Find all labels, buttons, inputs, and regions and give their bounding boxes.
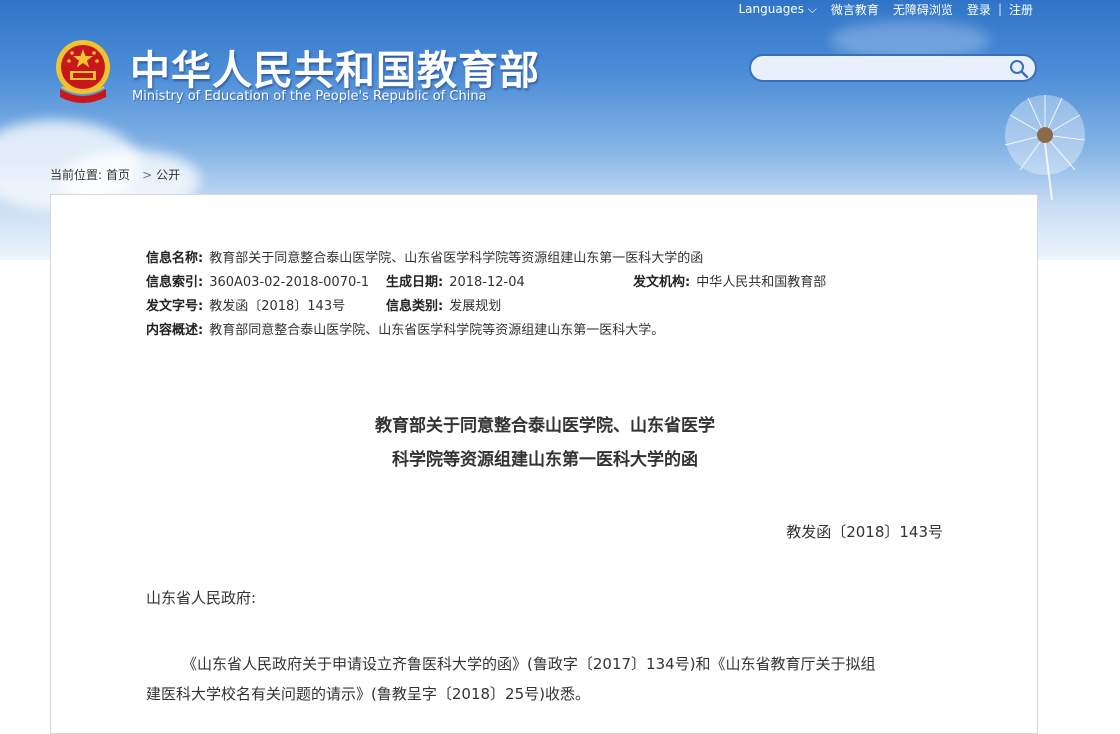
chevron-down-icon: ⌵ [807,1,817,16]
content-panel: 信息名称: 教育部关于同意整合泰山医学院、山东省医学科学院等资源组建山东第一医科大… [50,194,1038,734]
document-title-line: 科学院等资源组建山东第一医科大学的函 [392,450,698,470]
top-links: Languages ⌵ 微言教育 无障碍浏览 登录 | 注册 [731,0,1040,18]
site-subtitle: Ministry of Education of the People's Re… [132,89,487,104]
login-link[interactable]: 登录 [960,1,998,18]
info-row-docno: 发文字号: 教发函〔2018〕143号 [146,295,345,314]
document-title: 教育部关于同意整合泰山医学院、山东省医学 科学院等资源组建山东第一医科大学的函 [51,409,1039,477]
accessible-link[interactable]: 无障碍浏览 [886,1,960,18]
info-date-label: 生成日期: [386,275,444,290]
search-box [749,54,1037,82]
dandelion-icon [1004,95,1086,200]
info-row-category: 信息类别: 发展规划 [386,295,501,314]
register-link[interactable]: 注册 [1002,1,1040,18]
search-input[interactable] [761,59,1005,81]
breadcrumb-home[interactable]: 首页 [106,168,130,182]
breadcrumb-separator: > [142,168,153,182]
weibo-link[interactable]: 微言教育 [824,1,886,18]
document-title-line: 教育部关于同意整合泰山医学院、山东省医学 [375,416,715,436]
info-summary-value: 教育部同意整合泰山医学院、山东省医学科学院等资源组建山东第一医科大学。 [209,323,665,338]
info-row-summary: 内容概述: 教育部同意整合泰山医学院、山东省医学科学院等资源组建山东第一医科大学。 [146,319,664,338]
info-row-name: 信息名称: 教育部关于同意整合泰山医学院、山东省医学科学院等资源组建山东第一医科大… [146,247,703,266]
info-row-index: 信息索引: 360A03-02-2018-0070-1 [146,271,369,290]
info-issuer-label: 发文机构: [633,275,691,290]
info-category-value: 发展规划 [449,299,502,314]
breadcrumb-prefix: 当前位置: [50,168,103,182]
document-number: 教发函〔2018〕143号 [786,523,943,541]
info-row-issuer: 发文机构: 中华人民共和国教育部 [633,271,826,290]
info-issuer-value: 中华人民共和国教育部 [696,275,827,290]
info-row-date: 生成日期: 2018-12-04 [386,271,525,290]
info-summary-label: 内容概述: [146,323,204,338]
site-title[interactable]: 中华人民共和国教育部 [130,38,540,96]
info-date-value: 2018-12-04 [449,275,525,290]
document-paragraph-line: 建医科大学校名有关问题的请示》(鲁教呈字〔2018〕25号)收悉。 [146,685,590,703]
info-name-label: 信息名称: [146,251,204,266]
info-index-value: 360A03-02-2018-0070-1 [209,275,370,290]
document-paragraph-line: 《山东省人民政府关于申请设立齐鲁医科大学的函》(鲁政字〔2017〕134号)和《… [182,655,876,673]
info-docno-value: 教发函〔2018〕143号 [209,299,346,314]
document-salutation: 山东省人民政府: [146,589,257,607]
info-index-label: 信息索引: [146,275,204,290]
languages-link[interactable]: Languages ⌵ [731,2,823,17]
breadcrumb: 当前位置: 首页 > 公开 [50,166,184,183]
info-name-value: 教育部关于同意整合泰山医学院、山东省医学科学院等资源组建山东第一医科大学的函 [209,251,704,266]
info-docno-label: 发文字号: [146,299,204,314]
info-category-label: 信息类别: [386,299,444,314]
breadcrumb-current[interactable]: 公开 [156,168,180,182]
national-emblem-icon[interactable] [52,37,114,107]
search-icon[interactable] [1009,59,1029,79]
